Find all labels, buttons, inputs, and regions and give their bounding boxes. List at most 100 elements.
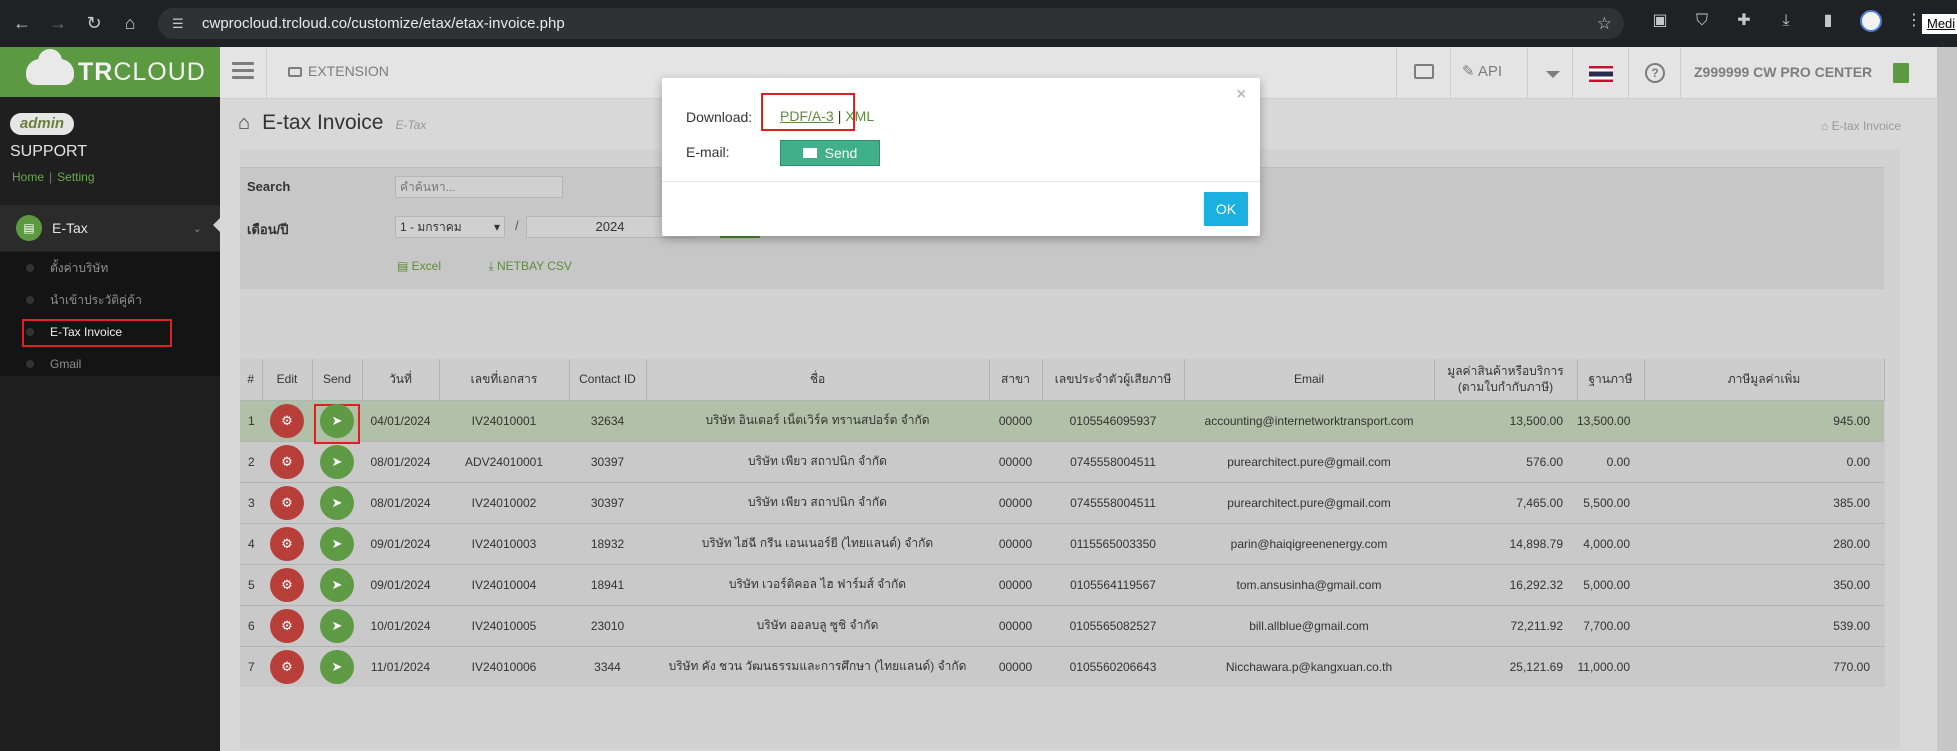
send-button[interactable]: ➤: [320, 526, 354, 561]
trcloud-logo[interactable]: TRCLOUD: [0, 47, 220, 97]
forward-icon[interactable]: →: [44, 10, 72, 38]
send-button[interactable]: ➤: [320, 485, 354, 520]
sidebar-home-link[interactable]: Home: [12, 170, 44, 184]
mail-icon[interactable]: [1414, 64, 1434, 79]
gear-icon: ⚙: [281, 412, 293, 428]
ok-button[interactable]: OK: [1204, 192, 1248, 226]
menu-kebab-icon[interactable]: ⋮: [1904, 11, 1924, 31]
send-button[interactable]: ➤: [320, 608, 354, 643]
email-cell: purearchitect.pure@gmail.com: [1184, 481, 1434, 523]
breadcrumb-home-icon[interactable]: ⌂: [1821, 119, 1832, 133]
sidebar-item-import-contacts[interactable]: นำเข้าประวัติคู่ค้า: [0, 284, 220, 316]
table-row: 4 ⚙ ➤ 09/01/2024 IV24010003 18932 บริษัท ไฮ่ฉี…: [240, 522, 1884, 564]
bookmark-star-icon[interactable]: ☆: [1597, 14, 1612, 34]
sidebar-item-gmail[interactable]: Gmail: [0, 348, 220, 380]
close-icon[interactable]: ×: [1237, 86, 1246, 104]
download-icon[interactable]: ⤓: [1776, 11, 1796, 31]
month-select[interactable]: 1 - มกราคม: [395, 216, 505, 238]
col-header[interactable]: Email: [1184, 359, 1435, 400]
sidebar-item-company-settings[interactable]: ตั้งค่าบริษัท: [0, 252, 220, 284]
send-button[interactable]: ➤: [320, 444, 354, 479]
date-cell: 11/01/2024: [362, 645, 439, 687]
thai-flag-icon[interactable]: [1589, 66, 1613, 82]
support-label: SUPPORT: [10, 143, 88, 160]
col-header[interactable]: ภาษีมูลค่าเพิ่ม: [1644, 359, 1885, 400]
sidebar-item-etax-invoice[interactable]: E-Tax Invoice: [0, 316, 220, 348]
download-pdf-link[interactable]: PDF/A-3: [780, 108, 834, 124]
sidepanel-icon[interactable]: ▮: [1818, 11, 1838, 31]
back-icon[interactable]: ←: [8, 10, 36, 38]
paper-plane-icon: ➤: [331, 494, 343, 510]
invoice-table: # Edit Send วันที่ เลขที่เอกสาร Contact …: [240, 359, 1885, 687]
col-header[interactable]: Edit: [262, 359, 313, 400]
name-cell: บริษัท เพียว สถาปนิก จำกัด: [646, 481, 989, 523]
site-settings-icon[interactable]: ☰: [172, 16, 188, 32]
reload-icon[interactable]: ↻: [80, 10, 108, 38]
page-scrollbar[interactable]: [1937, 47, 1957, 751]
home-icon[interactable]: ⌂: [238, 112, 250, 135]
branch-cell: 00000: [989, 440, 1042, 482]
paper-plane-icon: ➤: [331, 412, 343, 428]
tax-id-cell: 0745558004511: [1042, 440, 1184, 482]
side-tab-medi[interactable]: Medi: [1922, 14, 1957, 34]
help-icon[interactable]: ?: [1645, 63, 1665, 83]
email-cell: parin@haiqigreenenergy.com: [1184, 522, 1434, 564]
extension-button[interactable]: EXTENSION: [288, 63, 389, 79]
send-button[interactable]: ➤: [320, 649, 354, 684]
edit-button[interactable]: ⚙: [270, 526, 304, 561]
sidebar-menu-etax-label: E-Tax: [52, 220, 88, 236]
page-subtitle: E-Tax: [395, 118, 427, 132]
edit-button[interactable]: ⚙: [270, 403, 304, 438]
col-header[interactable]: ฐานภาษี: [1577, 359, 1645, 400]
send-email-button[interactable]: Send: [780, 140, 880, 166]
row-number: 6: [240, 604, 262, 646]
doc-number-cell: IV24010006: [439, 645, 569, 687]
profile-avatar-icon[interactable]: [1860, 10, 1882, 32]
cloud-logo-icon: [26, 49, 74, 85]
tax-id-cell: 0745558004511: [1042, 481, 1184, 523]
col-header[interactable]: เลขประจำตัวผู้เสียภาษี: [1042, 359, 1185, 400]
download-xml-link[interactable]: XML: [845, 108, 874, 124]
col-header[interactable]: สาขา: [989, 359, 1043, 400]
sidebar: TRCLOUD admin SUPPORT Home | Setting ▤ E-T…: [0, 47, 221, 751]
edit-button[interactable]: ⚙: [270, 567, 304, 602]
col-header[interactable]: Contact ID: [569, 359, 647, 400]
edit-button[interactable]: ⚙: [270, 608, 304, 643]
col-header[interactable]: ชื่อ: [646, 359, 990, 400]
doc-number-cell: IV24010001: [439, 399, 569, 441]
export-netbay-csv-link[interactable]: ⤓ NETBAY CSV: [488, 259, 594, 273]
sidebar-setting-link[interactable]: Setting: [57, 170, 94, 184]
address-bar[interactable]: ☰ cwprocloud.trcloud.co/customize/etax/e…: [158, 8, 1624, 39]
company-name[interactable]: Z999999 CW PRO CENTER: [1694, 64, 1872, 80]
shield-extension-icon[interactable]: ⛉: [1692, 11, 1712, 31]
paper-plane-icon: ➤: [331, 658, 343, 674]
send-button[interactable]: ➤: [320, 567, 354, 602]
export-excel-link[interactable]: ▤ Excel: [397, 259, 463, 273]
col-header[interactable]: #: [240, 359, 263, 400]
api-button[interactable]: ✎ API: [1462, 62, 1502, 80]
send-button[interactable]: ➤: [320, 403, 354, 438]
chat-extension-icon[interactable]: ▣: [1650, 11, 1670, 31]
col-header[interactable]: วันที่: [362, 359, 440, 400]
edit-button[interactable]: ⚙: [270, 485, 304, 520]
building-icon[interactable]: [1893, 63, 1909, 83]
puzzle-extension-icon[interactable]: ✚: [1734, 11, 1754, 31]
value-cell: 13,500.00: [1434, 399, 1577, 441]
sidebar-menu-etax[interactable]: ▤ E-Tax ⌄: [0, 205, 220, 251]
edit-button[interactable]: ⚙: [270, 649, 304, 684]
caret-down-icon[interactable]: [1546, 71, 1560, 78]
search-input[interactable]: คำค้นหา...: [395, 176, 563, 198]
hamburger-menu-icon[interactable]: [232, 62, 254, 82]
edit-button[interactable]: ⚙: [270, 444, 304, 479]
col-header[interactable]: Send: [312, 359, 363, 400]
tax-base-cell: 7,700.00: [1577, 604, 1644, 646]
name-cell: บริษัท คัง ชวน วัฒนธรรมและการศึกษา (ไทยแ…: [646, 645, 989, 687]
col-header[interactable]: เลขที่เอกสาร: [439, 359, 570, 400]
contact-id-cell: 30397: [569, 440, 646, 482]
etax-submenu: ตั้งค่าบริษัท นำเข้าประวัติคู่ค้า E-Tax …: [0, 252, 220, 376]
doc-number-cell: IV24010003: [439, 522, 569, 564]
date-separator: /: [515, 218, 519, 233]
home-browser-icon[interactable]: ⌂: [116, 10, 144, 38]
col-header[interactable]: มูลค่าสินค้าหรือบริการ (ตามใบกำกับภาษี): [1434, 359, 1578, 400]
row-number: 7: [240, 645, 262, 687]
